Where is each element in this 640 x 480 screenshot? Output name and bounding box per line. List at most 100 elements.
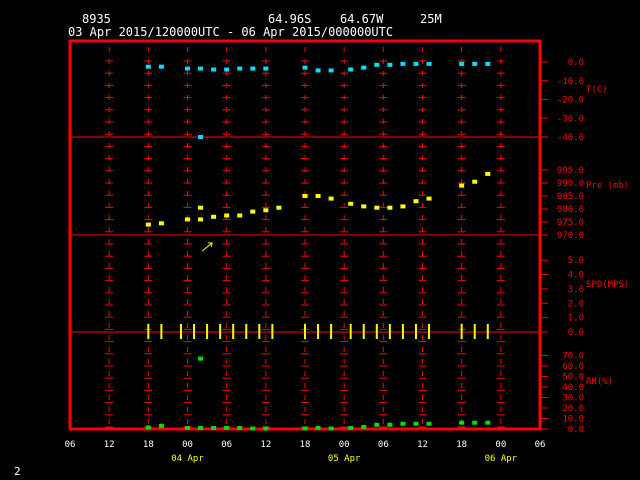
data-point-rh — [315, 425, 321, 430]
data-point-t — [145, 64, 151, 69]
data-point-rh — [413, 421, 419, 426]
data-point-rh — [185, 425, 190, 430]
data-point-pre — [413, 199, 419, 204]
data-point-rh — [361, 424, 367, 429]
x-date-label: 06 Apr — [485, 454, 518, 464]
data-point-rh — [485, 420, 491, 425]
data-point-t — [328, 68, 334, 73]
data-point-rh — [426, 421, 432, 426]
data-point-pre — [224, 213, 230, 218]
x-tick-label: 00 — [495, 440, 506, 450]
data-point-rh — [237, 425, 243, 430]
data-point-rh — [145, 425, 151, 430]
data-point-pre — [237, 213, 243, 218]
y-tick-label-rh: 40.0 — [562, 383, 584, 393]
axis-label-pre: Pre (mb) — [586, 181, 629, 191]
data-point-t — [158, 64, 164, 69]
data-point-t — [413, 61, 419, 66]
x-tick-label: 18 — [143, 440, 154, 450]
data-point-t — [224, 67, 230, 72]
data-point-pre — [426, 196, 432, 201]
y-tick-label-pre: 995.0 — [557, 166, 584, 176]
data-point-pre — [185, 217, 190, 222]
y-tick-label-t: -10.0 — [557, 77, 584, 87]
y-tick-label-spd: 0.0 — [568, 328, 584, 338]
data-point-rh — [472, 420, 478, 425]
data-point-pre — [485, 171, 491, 176]
data-point-pre — [361, 204, 367, 209]
data-point-rh — [400, 421, 406, 426]
data-point-pre — [374, 205, 380, 210]
data-point-t — [185, 66, 190, 71]
y-tick-label-rh: 70.0 — [562, 352, 584, 362]
x-tick-label: 00 — [339, 440, 350, 450]
wind-direction-arrow — [201, 242, 213, 252]
data-point-pre — [158, 221, 164, 226]
data-point-rh — [198, 356, 204, 361]
x-date-label: 05 Apr — [328, 454, 361, 464]
data-point-rh — [328, 426, 334, 431]
data-point-t — [400, 61, 406, 66]
data-point-t — [348, 67, 354, 72]
axis-label-spd: SPD(MPS) — [586, 280, 629, 290]
y-tick-label-pre: 975.0 — [557, 218, 584, 228]
x-tick-label: 18 — [456, 440, 467, 450]
data-point-t — [315, 68, 321, 73]
y-tick-label-rh: 20.0 — [562, 404, 584, 414]
data-point-pre — [315, 194, 321, 198]
y-tick-label-t: -30.0 — [557, 114, 584, 124]
data-point-t — [263, 66, 269, 71]
data-point-pre — [198, 217, 204, 222]
meteogram-chart: 0.0 -10.0 -20.0 -30.0 -40.0 T(C) 995.0 990.0 985… — [65, 39, 629, 464]
data-point-pre — [250, 209, 256, 214]
x-tick-label: 12 — [417, 440, 428, 450]
x-tick-label: 06 — [378, 440, 389, 450]
data-point-t — [426, 61, 432, 66]
data-point-pre — [302, 194, 308, 198]
data-point-t — [198, 135, 204, 139]
data-point-pre — [459, 183, 465, 188]
x-tick-label: 06 — [65, 440, 76, 450]
y-tick-label-rh: 10.0 — [562, 415, 584, 425]
data-point-rh — [459, 420, 465, 425]
data-point-rh — [158, 423, 164, 428]
y-tick-label-spd: 4.0 — [568, 271, 584, 281]
data-point-pre — [198, 205, 204, 210]
data-point-t — [485, 61, 491, 66]
data-point-rh — [198, 425, 204, 430]
data-point-t — [198, 66, 204, 71]
axis-label-t: T(C) — [586, 85, 608, 95]
y-tick-label-spd: 3.0 — [568, 285, 584, 295]
x-tick-label: 12 — [104, 440, 115, 450]
x-date-label: 04 Apr — [171, 454, 204, 464]
data-point-pre — [348, 201, 354, 206]
data-point-t — [472, 61, 478, 66]
x-tick-label: 06 — [221, 440, 232, 450]
data-point-pre — [145, 222, 151, 227]
page-number: 2 — [14, 465, 21, 478]
y-tick-label-rh: 60.0 — [562, 362, 584, 372]
y-tick-label-spd: 5.0 — [568, 256, 584, 266]
y-tick-label-t: -40.0 — [557, 133, 584, 143]
data-point-pre — [387, 205, 393, 210]
data-point-rh — [348, 425, 354, 430]
x-tick-label: 06 — [535, 440, 546, 450]
data-point-pre — [211, 214, 217, 219]
x-tick-label: 12 — [260, 440, 271, 450]
data-point-rh — [250, 426, 256, 431]
data-point-t — [361, 65, 367, 70]
data-point-rh — [302, 426, 308, 431]
data-point-t — [250, 66, 256, 71]
data-point-t — [211, 67, 217, 72]
data-point-rh — [387, 422, 393, 427]
data-point-rh — [374, 422, 380, 427]
data-point-pre — [328, 196, 334, 201]
y-tick-label-t: -20.0 — [557, 96, 584, 106]
data-point-t — [387, 62, 393, 67]
axis-label-rh: RH(%) — [586, 377, 613, 387]
data-point-rh — [263, 426, 269, 431]
y-tick-label-pre: 980.0 — [557, 205, 584, 215]
data-point-pre — [276, 205, 282, 210]
data-point-t — [374, 62, 380, 67]
x-tick-label: 00 — [182, 440, 193, 450]
